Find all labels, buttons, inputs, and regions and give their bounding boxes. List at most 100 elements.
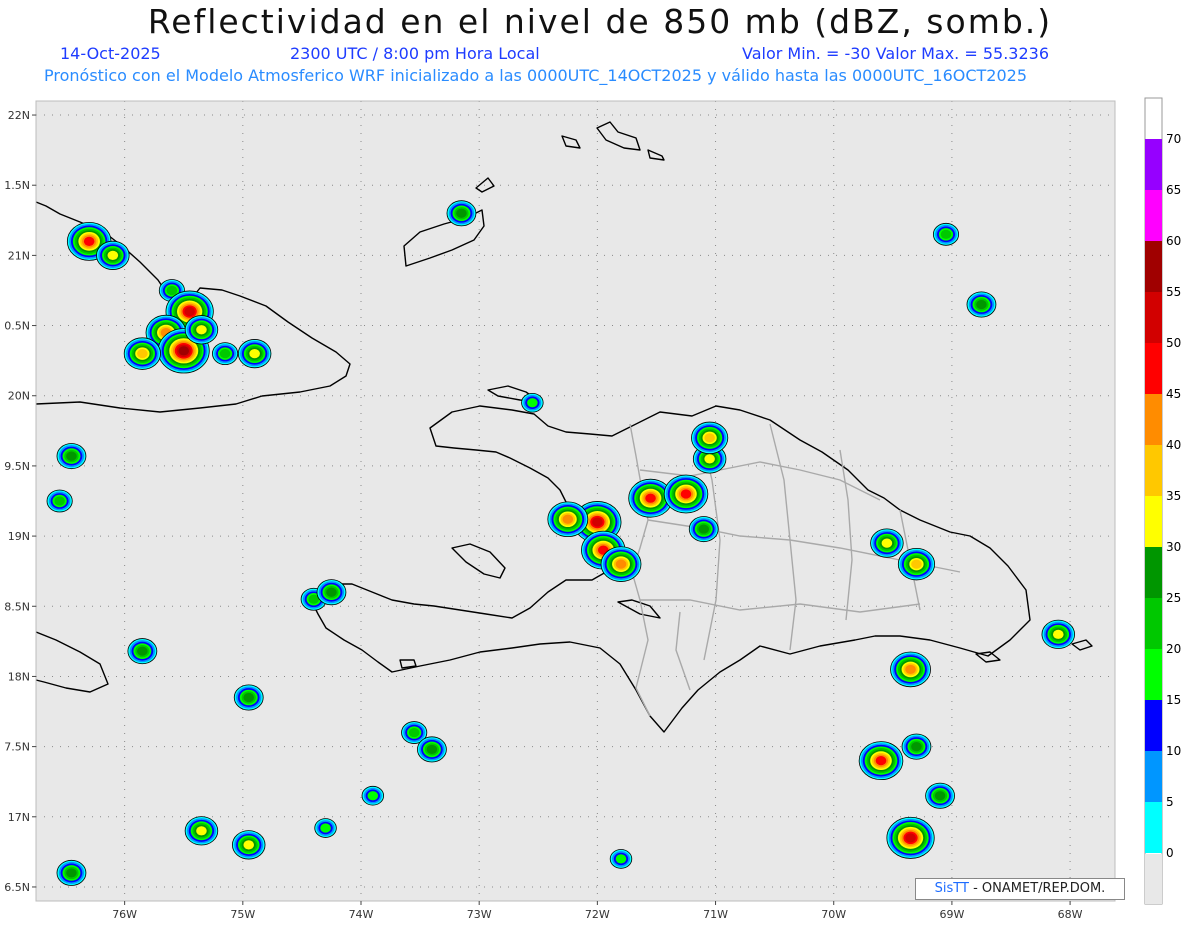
reflectivity-contour <box>326 587 337 597</box>
reflectivity-cell <box>56 859 87 886</box>
reflectivity-contour <box>66 451 77 461</box>
reflectivity-cell <box>890 651 931 688</box>
colorbar-label: 40 <box>1166 438 1181 452</box>
map-figure: 76W 75W 74W 73W 72W 71W 70W 69W 68W 22N 1.5N 21N 0.5… <box>4 97 1181 921</box>
reflectivity-cell <box>46 489 73 513</box>
colorbar-label: 25 <box>1166 591 1181 605</box>
x-tick-label: 75W <box>230 908 255 921</box>
reflectivity-contour <box>881 538 893 548</box>
colorbar-segment <box>1145 751 1162 802</box>
reflectivity-cell <box>521 392 544 413</box>
reflectivity-contour <box>137 646 148 656</box>
reflectivity-contour <box>911 742 922 752</box>
colorbar-segment <box>1145 649 1162 700</box>
reflectivity-contour <box>940 229 952 239</box>
reflectivity-contour <box>83 236 95 246</box>
reflectivity-contour <box>615 559 627 569</box>
reflectivity-cell <box>901 733 932 760</box>
y-tick-label: 6.5N <box>4 881 30 894</box>
y-tick-label: 9.5N <box>4 460 30 473</box>
reflectivity-contour <box>976 299 987 310</box>
x-tick-label: 76W <box>112 908 137 921</box>
reflectivity-contour <box>527 398 538 408</box>
colorbar-segment <box>1145 343 1162 394</box>
reflectivity-contour <box>1052 629 1064 639</box>
reflectivity-cell <box>688 516 719 543</box>
x-tick-label: 74W <box>349 908 374 921</box>
reflectivity-cell <box>184 315 219 345</box>
y-tick-label: 0.5N <box>4 320 30 333</box>
reflectivity-contour <box>184 306 195 317</box>
reflectivity-contour <box>698 524 710 534</box>
reflectivity-cell <box>897 547 936 581</box>
reflectivity-contour <box>196 325 207 335</box>
colorbar-label: 70 <box>1166 132 1181 146</box>
reflectivity-cell <box>96 240 130 270</box>
reflectivity-contour <box>645 493 656 503</box>
y-tick-label: 17N <box>8 811 30 824</box>
reflectivity-cell <box>361 785 385 806</box>
colorbar-segment <box>1145 139 1162 190</box>
reflectivity-contour <box>704 433 715 443</box>
reflectivity-cell <box>314 818 337 838</box>
reflectivity-contour <box>456 208 467 218</box>
colorbar-label: 5 <box>1166 795 1174 809</box>
map-plot-area <box>36 101 1115 901</box>
colorbar-label: 35 <box>1166 489 1181 503</box>
x-tick-label: 68W <box>1058 908 1083 921</box>
reflectivity-contour <box>243 692 255 703</box>
reflectivity-cell <box>1041 619 1076 649</box>
reflectivity-cell <box>56 443 87 470</box>
reflectivity-cell <box>966 291 997 318</box>
reflectivity-cell <box>446 200 477 227</box>
reflectivity-contour <box>704 454 715 464</box>
colorbar-segment <box>1145 190 1162 241</box>
reflectivity-cell <box>184 816 219 846</box>
credit-box: SisTT - ONAMET/REP.DOM. <box>915 878 1125 900</box>
reflectivity-cell <box>417 736 447 763</box>
colorbar-segment <box>1145 445 1162 496</box>
reflectivity-contour <box>66 868 77 878</box>
colorbar-segment <box>1145 394 1162 445</box>
reflectivity-contour <box>934 791 946 801</box>
x-tick-label: 69W <box>939 908 964 921</box>
y-tick-label: 18N <box>8 670 30 683</box>
reflectivity-contour <box>911 559 922 569</box>
y-tick-label: 1.5N <box>4 179 30 192</box>
reflectivity-contour <box>137 349 148 359</box>
reflectivity-contour <box>426 744 438 755</box>
y-tick-label: 7.5N <box>4 741 30 754</box>
colorbar-label: 30 <box>1166 540 1181 554</box>
reflectivity-contour <box>249 349 260 359</box>
reflectivity-cell <box>663 474 709 514</box>
y-tick-label: 8.5N <box>4 600 30 613</box>
colorbar-segment <box>1145 700 1162 751</box>
colorbar-label: 15 <box>1166 693 1181 707</box>
colorbar-segment <box>1145 241 1162 292</box>
reflectivity-cell <box>925 782 955 809</box>
colorbar-label: 65 <box>1166 183 1181 197</box>
reflectivity-contour <box>320 823 331 833</box>
x-tick-label: 72W <box>585 908 610 921</box>
reflectivity-cell <box>932 222 960 246</box>
colorbar-segment <box>1145 598 1162 649</box>
reflectivity-contour <box>178 346 190 356</box>
y-tick-label: 19N <box>8 530 30 543</box>
reflectivity-contour <box>367 791 379 801</box>
reflectivity-contour <box>219 349 231 359</box>
reflectivity-cell <box>886 816 935 859</box>
reflectivity-contour <box>243 840 255 850</box>
colorbar-label: 55 <box>1166 285 1181 299</box>
colorbar-label: 20 <box>1166 642 1181 656</box>
colorbar-segment <box>1145 547 1162 598</box>
y-tick-label: 22N <box>8 109 30 122</box>
y-tick-label: 20N <box>8 390 30 403</box>
reflectivity-contour <box>680 489 692 499</box>
y-tick-label: 21N <box>8 249 30 262</box>
x-tick-label: 73W <box>467 908 492 921</box>
colorbar-label: 60 <box>1166 234 1181 248</box>
reflectivity-contour <box>196 826 207 836</box>
reflectivity-contour <box>615 854 627 864</box>
reflectivity-cell <box>600 546 642 582</box>
colorbar-label: 50 <box>1166 336 1181 350</box>
